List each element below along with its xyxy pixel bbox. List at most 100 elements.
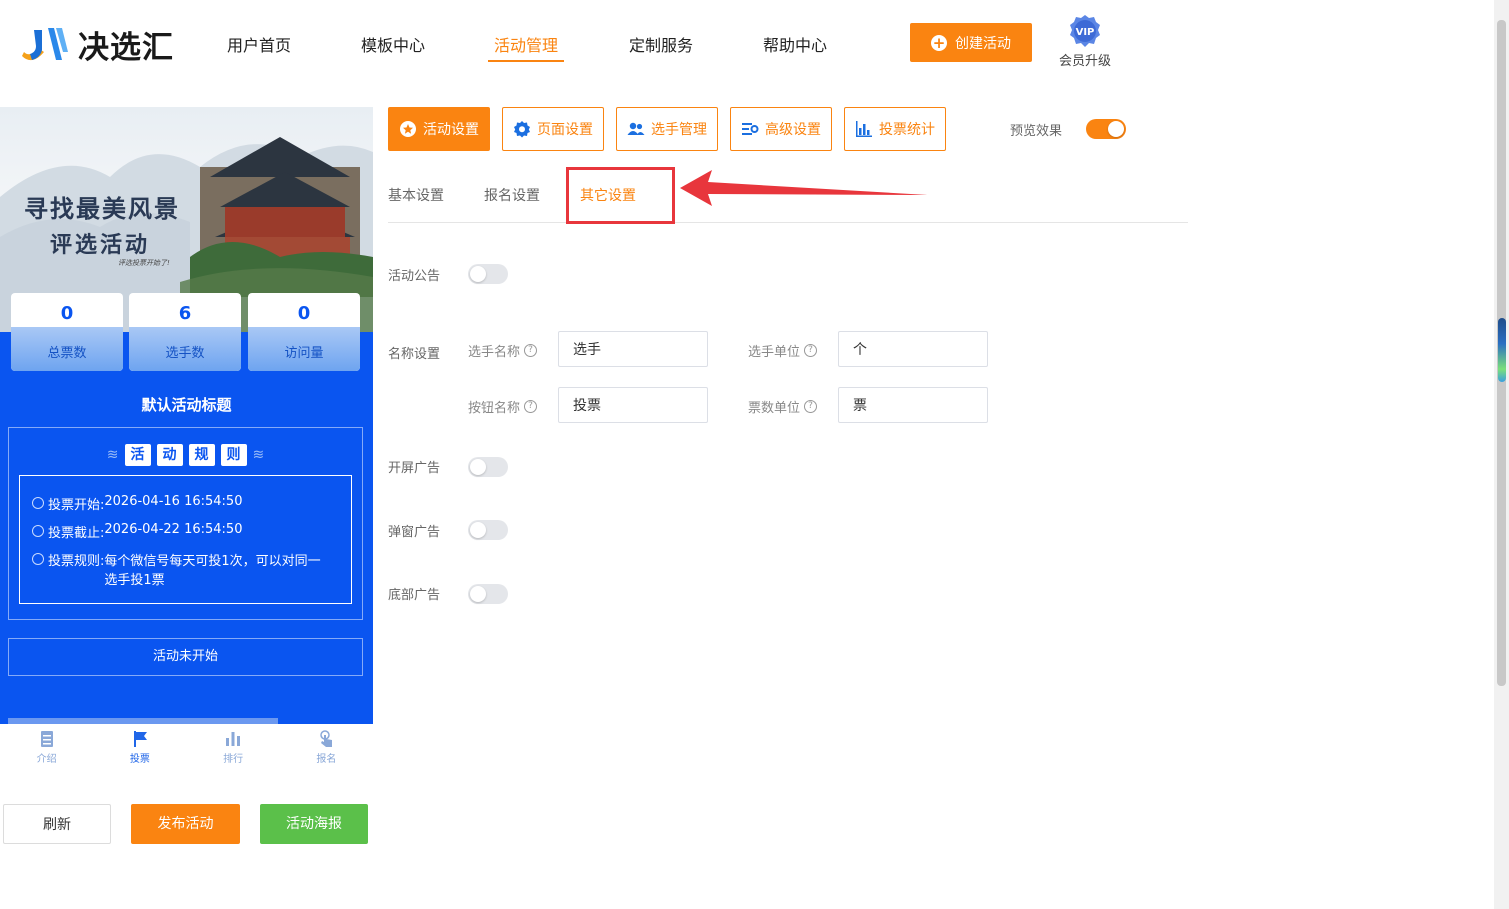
annotation-arrow-icon xyxy=(680,170,928,206)
contestant-unit-label: 选手单位 xyxy=(748,345,801,360)
stat-value: 6 xyxy=(178,303,192,324)
rule-label: 投票开始: xyxy=(48,498,105,513)
advanced-settings-button[interactable]: 高级设置 xyxy=(730,107,832,151)
announcement-label: 活动公告 xyxy=(388,269,441,284)
vote-statistics-button[interactable]: 投票统计 xyxy=(844,107,946,151)
info-icon xyxy=(32,553,44,565)
phone-preview: 寻找最美风景 评选活动 评选投票开始了! 0 总票数 6 选手数 0 访问量 默… xyxy=(0,107,373,724)
help-icon[interactable]: ? xyxy=(524,400,538,413)
tab-intro-label: 介绍 xyxy=(36,754,57,765)
banner-title-line2: 评选活动 xyxy=(50,232,151,258)
stat-contestants: 6 选手数 xyxy=(129,293,241,371)
vote-unit-input[interactable] xyxy=(838,387,988,423)
page-settings-label: 页面设置 xyxy=(537,122,593,138)
rule-label: 投票截止: xyxy=(48,526,105,541)
bar-chart-icon xyxy=(856,121,872,137)
contestant-name-input[interactable] xyxy=(558,331,708,367)
tab-signup[interactable]: 报名 xyxy=(280,724,373,780)
banner-title-line1: 寻找最美风景 xyxy=(24,194,180,223)
tab-signup-label: 报名 xyxy=(316,754,337,765)
tab-vote[interactable]: 投票 xyxy=(93,724,186,780)
tab-intro[interactable]: 介绍 xyxy=(0,724,93,780)
toggle-knob xyxy=(470,586,486,602)
toggle-knob xyxy=(470,522,486,538)
tab-basic-settings[interactable]: 基本设置 xyxy=(388,185,444,205)
preview-effect-toggle[interactable] xyxy=(1086,119,1126,139)
tab-signup-settings[interactable]: 报名设置 xyxy=(484,185,540,205)
users-icon xyxy=(627,122,645,135)
svg-text:VIP: VIP xyxy=(1076,27,1095,38)
nav-item-user-home[interactable]: 用户首页 xyxy=(226,32,292,62)
logo-text: 决选汇 xyxy=(78,30,174,66)
tab-ranking[interactable]: 排行 xyxy=(187,724,280,780)
refresh-button[interactable]: 刷新 xyxy=(3,804,111,844)
nav-item-templates[interactable]: 模板中心 xyxy=(360,32,426,62)
page-settings-button[interactable]: 页面设置 xyxy=(502,107,604,151)
page-scrollbar[interactable] xyxy=(1494,0,1509,909)
vip-upgrade[interactable]: VIP 会员升级 xyxy=(1056,14,1114,69)
splash-ad-toggle[interactable] xyxy=(468,457,508,477)
toggle-knob xyxy=(470,266,486,282)
contestant-unit-input[interactable] xyxy=(838,331,988,367)
toggle-knob xyxy=(1108,121,1124,137)
button-name-label: 按钮名称 xyxy=(468,401,521,416)
bottom-ad-label: 底部广告 xyxy=(388,588,441,603)
stat-value: 0 xyxy=(60,303,74,324)
stat-label: 总票数 xyxy=(47,346,87,361)
name-settings-label: 名称设置 xyxy=(388,347,441,362)
bottom-ad-toggle[interactable] xyxy=(468,584,508,604)
vip-upgrade-label: 会员升级 xyxy=(1058,54,1111,69)
advanced-settings-label: 高级设置 xyxy=(765,122,821,138)
popup-ad-label: 弹窗广告 xyxy=(388,525,441,540)
publish-activity-button[interactable]: 发布活动 xyxy=(131,804,240,844)
tab-vote-label: 投票 xyxy=(129,754,150,765)
activity-poster-button[interactable]: 活动海报 xyxy=(260,804,368,844)
star-icon xyxy=(400,121,416,137)
button-name-input[interactable] xyxy=(558,387,708,423)
nav-item-activity-management[interactable]: 活动管理 xyxy=(488,32,564,62)
help-icon[interactable]: ? xyxy=(804,344,818,357)
flag-icon xyxy=(131,730,149,748)
vote-unit-field-label: 票数单位 ? xyxy=(748,397,818,416)
nav-item-help-center[interactable]: 帮助中心 xyxy=(762,32,828,62)
help-icon[interactable]: ? xyxy=(804,400,818,413)
stat-label: 选手数 xyxy=(165,346,205,361)
help-icon[interactable]: ? xyxy=(524,344,538,357)
contestant-management-button[interactable]: 选手管理 xyxy=(616,107,718,151)
logo-icon[interactable] xyxy=(18,22,70,66)
rules-heading: ≋ 活 动 规 则 ≋ xyxy=(9,444,362,466)
rules-heading-char: 规 xyxy=(188,444,215,466)
contestant-name-field-label: 选手名称 ? xyxy=(468,341,538,360)
rule-label: 投票规则: xyxy=(48,554,105,569)
bar-chart-icon xyxy=(224,730,242,748)
rules-heading-char: 则 xyxy=(220,444,247,466)
contestant-management-label: 选手管理 xyxy=(651,122,707,138)
activity-status: 活动未开始 xyxy=(8,638,363,676)
annotation-highlight-box xyxy=(566,167,675,224)
button-name-field-label: 按钮名称 ? xyxy=(468,397,538,416)
announcement-toggle[interactable] xyxy=(468,264,508,284)
vip-badge-icon: VIP xyxy=(1068,14,1102,48)
toggle-knob xyxy=(470,459,486,475)
side-widget[interactable] xyxy=(1498,318,1506,382)
banner-subtitle: 评选投票开始了! xyxy=(118,259,170,267)
popup-ad-toggle[interactable] xyxy=(468,520,508,540)
rule-start: 投票开始: 2026-04-16 16:54:50 xyxy=(32,494,242,513)
stat-value: 0 xyxy=(297,303,311,324)
preview-effect-label: 预览效果 xyxy=(1010,124,1063,139)
nav-item-custom-service[interactable]: 定制服务 xyxy=(628,32,694,62)
activity-status-text: 活动未开始 xyxy=(152,649,218,664)
rules-panel: ≋ 活 动 规 则 ≋ 投票开始: 2026-04-16 16:54:50 投票… xyxy=(8,427,363,620)
plus-icon: + xyxy=(931,33,947,52)
create-activity-button[interactable]: + 创建活动 xyxy=(910,23,1032,62)
rule-value-cont: 选手投1票 xyxy=(104,573,165,588)
rules-heading-char: 动 xyxy=(156,444,183,466)
activity-settings-button[interactable]: 活动设置 xyxy=(388,107,490,151)
create-activity-label: 创建活动 xyxy=(955,35,1011,52)
splash-ad-label: 开屏广告 xyxy=(388,461,441,476)
preview-tabbar: 介绍 投票 排行 报名 xyxy=(0,724,373,780)
rule-value-wrap: 每个微信号每天可投1次，可以对同一 选手投1票 xyxy=(104,550,320,588)
doc-icon xyxy=(38,730,56,748)
tab-ranking-label: 排行 xyxy=(223,754,244,765)
stat-total-votes: 0 总票数 xyxy=(11,293,123,371)
